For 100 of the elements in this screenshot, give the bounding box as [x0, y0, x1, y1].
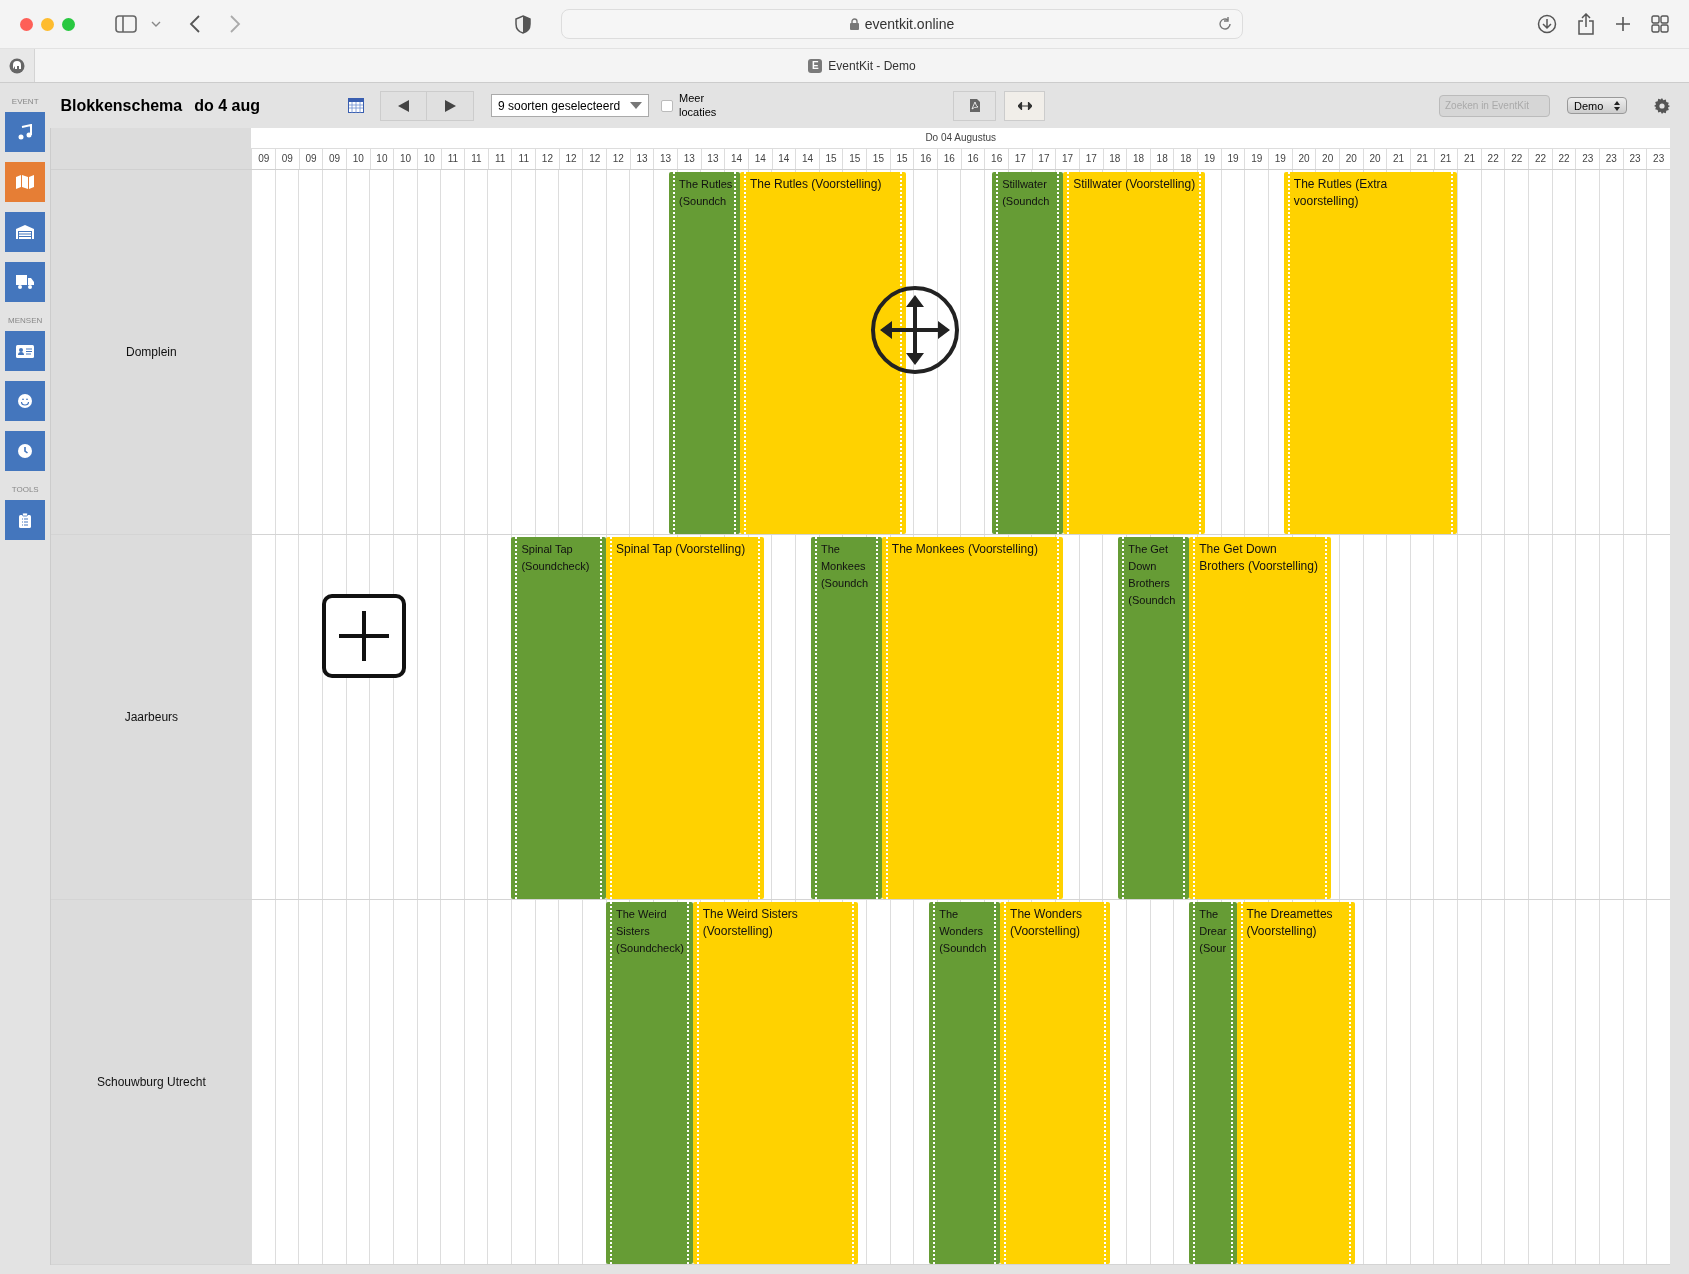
sidebar-button[interactable]	[5, 212, 46, 252]
clipboard-icon	[19, 512, 32, 528]
new-tab-icon[interactable]	[1615, 16, 1631, 32]
event-block[interactable]: The Rutles (Voorstelling)	[740, 172, 906, 534]
hour-label: 16	[960, 149, 985, 169]
address-bar[interactable]: eventkit.online	[561, 9, 1243, 39]
event-block[interactable]: The Rutles (Extra voorstelling)	[1283, 172, 1458, 534]
pdf-file-icon	[969, 99, 980, 112]
back-icon[interactable]	[189, 15, 201, 33]
event-block[interactable]: The Weird Sisters (Voorstelling)	[692, 902, 859, 1264]
hour-label: 14	[795, 149, 819, 169]
event-label: Stillwater (Voorstelling)	[1073, 176, 1197, 193]
sidebar-button[interactable]	[5, 431, 46, 471]
hour-label: 23	[1646, 149, 1670, 169]
shield-icon[interactable]	[515, 14, 531, 34]
hour-label: 19	[1244, 149, 1269, 169]
sidebar-icon[interactable]	[115, 15, 137, 33]
event-label: The Wonders (Soundch	[939, 907, 988, 956]
hour-label: 12	[582, 149, 606, 169]
event-block[interactable]: Stillwater (Soundch	[992, 172, 1064, 534]
hour-label: 18	[1149, 149, 1174, 169]
hour-label: 11	[464, 149, 488, 169]
music-note-icon	[17, 124, 34, 140]
hour-label: 17	[1007, 149, 1032, 169]
download-icon[interactable]	[1537, 14, 1557, 34]
checkbox-label: Meer locaties	[679, 92, 718, 119]
share-icon[interactable]	[1577, 13, 1595, 35]
event-block[interactable]: The Wonders (Voorstelling)	[1000, 902, 1111, 1264]
hour-label: 21	[1433, 149, 1458, 169]
reload-icon[interactable]	[1218, 17, 1232, 31]
type-filter-dropdown[interactable]: 9 soorten geselecteerd	[491, 94, 649, 117]
smiley-icon	[18, 394, 33, 408]
hour-label: 22	[1528, 149, 1552, 169]
page-title: Blokkenschema	[60, 96, 183, 115]
browser-tab[interactable]: E EventKit - Demo	[35, 49, 1689, 82]
hour-label: 17	[1055, 149, 1079, 169]
hour-label: 22	[1480, 149, 1505, 169]
account-select[interactable]: Demo	[1567, 97, 1627, 114]
event-label: The Drear (Sour	[1199, 907, 1228, 956]
settings-icon[interactable]	[1654, 97, 1670, 114]
pdf-button[interactable]	[953, 90, 996, 121]
tab-overview-icon[interactable]	[1651, 15, 1669, 33]
hour-label: 10	[345, 149, 370, 169]
hour-label: 19	[1268, 149, 1292, 169]
event-label: Stillwater (Soundch	[1002, 177, 1051, 209]
hour-label: 22	[1504, 149, 1529, 169]
fit-width-button[interactable]	[1004, 90, 1045, 121]
event-block[interactable]: The Rutles (Soundch	[669, 172, 740, 534]
hour-label: 23	[1599, 149, 1623, 169]
hour-label: 09	[251, 149, 275, 169]
event-block[interactable]: The Wonders (Soundch	[929, 902, 1001, 1264]
elephant-icon	[9, 57, 25, 74]
event-block[interactable]: Spinal Tap (Soundcheck)	[511, 537, 606, 899]
checkbox[interactable]	[661, 99, 673, 112]
event-block[interactable]: The Dreamettes (Voorstelling)	[1236, 902, 1355, 1264]
sidebar-button[interactable]	[5, 381, 46, 421]
event-block[interactable]: Spinal Tap (Voorstelling)	[606, 537, 764, 899]
event-label: The Get Down Brothers (Voorstelling)	[1199, 541, 1319, 575]
next-button[interactable]	[427, 90, 474, 121]
event-block[interactable]: The Get Down Brothers (Voorstelling)	[1189, 537, 1332, 899]
event-block[interactable]: The Monkees (Voorstelling)	[881, 537, 1064, 899]
hour-label: 12	[558, 149, 583, 169]
hour-label: 16	[913, 149, 938, 169]
event-block[interactable]: The Weird Sisters (Soundcheck)	[606, 902, 693, 1264]
hour-label: 09	[322, 149, 346, 169]
hour-label: 10	[393, 149, 417, 169]
tab-title: EventKit - Demo	[828, 58, 916, 73]
hour-label: 11	[440, 149, 465, 169]
event-label: The Dreamettes (Voorstelling)	[1246, 906, 1334, 940]
hour-label: 17	[1078, 149, 1103, 169]
event-block[interactable]: The Get Down Brothers (Soundch	[1118, 537, 1190, 899]
sidebar-button[interactable]	[5, 162, 46, 202]
previous-button[interactable]	[380, 90, 427, 121]
triangle-right-icon	[444, 99, 456, 112]
hour-label: 10	[416, 149, 441, 169]
warehouse-icon	[16, 225, 35, 239]
hour-label: 20	[1362, 149, 1387, 169]
event-block[interactable]: The Drear (Sour	[1189, 902, 1237, 1264]
sidebar-section-label: EVENT	[11, 97, 39, 106]
hour-label: 16	[937, 149, 961, 169]
clock-icon	[18, 444, 33, 458]
sidebar-button[interactable]	[5, 112, 46, 152]
sidebar-button[interactable]	[5, 262, 46, 302]
hour-label: 15	[818, 149, 843, 169]
hour-label: 09	[298, 149, 323, 169]
event-block[interactable]: The Monkees (Soundch	[810, 537, 882, 899]
dropdown-triangle-icon	[630, 102, 642, 109]
hour-label: 20	[1339, 149, 1363, 169]
event-label: Spinal Tap (Soundcheck)	[521, 542, 591, 574]
sidebar-button[interactable]	[5, 500, 46, 540]
pinned-tab[interactable]	[0, 49, 35, 82]
date-title: do 4 aug	[194, 96, 260, 115]
sidebar-button[interactable]	[5, 331, 46, 371]
close-window-icon[interactable]	[20, 17, 33, 31]
sidebar-section-label: MENSEN	[8, 316, 43, 325]
hour-label: 20	[1315, 149, 1339, 169]
hour-label: 21	[1457, 149, 1481, 169]
calendar-icon[interactable]	[348, 98, 364, 113]
chevron-down-icon[interactable]	[151, 20, 161, 28]
event-block[interactable]: Stillwater (Voorstelling)	[1063, 172, 1205, 534]
